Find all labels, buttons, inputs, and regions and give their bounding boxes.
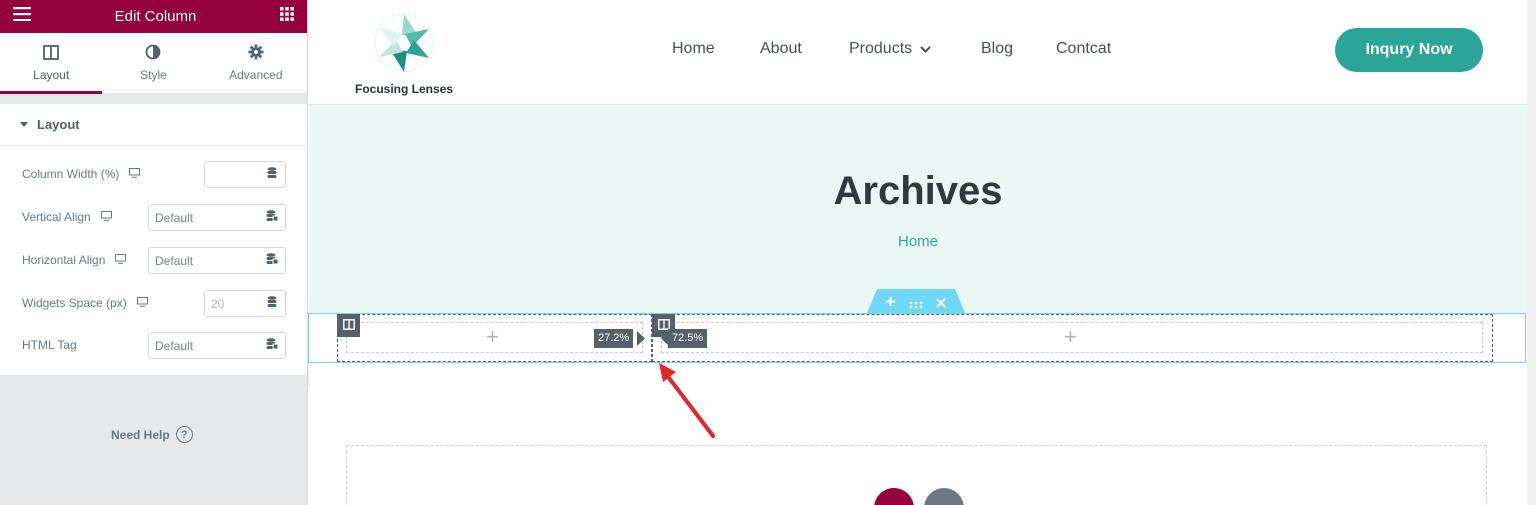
nav-contact[interactable]: Contcat bbox=[1056, 40, 1111, 58]
columns-icon bbox=[43, 44, 60, 63]
control-column-width: Column Width (%) bbox=[0, 161, 307, 189]
html-tag-label: HTML Tag bbox=[22, 338, 77, 352]
dynamic-tags-button[interactable] bbox=[258, 290, 286, 317]
caret-down-icon bbox=[20, 122, 28, 127]
desktop-icon[interactable] bbox=[115, 253, 127, 267]
nav-blog[interactable]: Blog bbox=[981, 40, 1056, 58]
widgets-space-input[interactable]: 20 bbox=[204, 290, 259, 317]
control-label: Vertical Align bbox=[22, 210, 112, 224]
nav-products[interactable]: Products bbox=[849, 40, 981, 58]
database-icon bbox=[267, 166, 277, 184]
column-width-input[interactable] bbox=[204, 161, 259, 188]
column-width-label: Column Width (%) bbox=[22, 167, 120, 181]
desktop-icon[interactable] bbox=[100, 210, 112, 224]
nav-about[interactable]: About bbox=[760, 40, 849, 58]
database-icon bbox=[267, 295, 277, 313]
chevron-down-icon bbox=[920, 40, 931, 58]
main-nav: Home About Products Blog Contcat bbox=[672, 40, 1111, 58]
resize-arrow-right-icon bbox=[637, 331, 645, 346]
panel-tabs: Layout Style Advanced bbox=[0, 33, 307, 94]
control-vertical-align: Vertical Align Default bbox=[0, 204, 307, 232]
html-tag-select[interactable]: Default bbox=[148, 332, 259, 359]
widgets-grid-icon[interactable] bbox=[279, 7, 294, 26]
editor-panel: Edit Column Layout Style Advanced Layout… bbox=[0, 0, 308, 505]
help-icon: ? bbox=[175, 426, 193, 443]
delete-section-icon[interactable] bbox=[936, 295, 946, 313]
vertical-align-label: Vertical Align bbox=[22, 210, 91, 224]
dynamic-tags-button[interactable] bbox=[258, 332, 286, 359]
hamburger-menu-icon[interactable] bbox=[13, 7, 31, 26]
control-widgets-space: Widgets Space (px) 20 bbox=[0, 290, 307, 318]
panel-title: Edit Column bbox=[114, 8, 197, 25]
control-label: HTML Tag bbox=[22, 338, 77, 352]
annotation-arrow-icon bbox=[659, 363, 715, 438]
site-logo[interactable]: Focusing Lenses bbox=[349, 12, 459, 96]
dynamic-tags-icon bbox=[266, 337, 278, 355]
site-preview: Focusing Lenses Home About Products Blog… bbox=[308, 0, 1527, 505]
gear-icon bbox=[248, 44, 264, 63]
control-horizontal-align: Horizontal Align Default bbox=[0, 247, 307, 275]
dynamic-tags-icon bbox=[266, 209, 278, 227]
dynamic-tags-button[interactable] bbox=[258, 161, 286, 188]
control-html-tag: HTML Tag Default bbox=[0, 332, 307, 360]
desktop-icon[interactable] bbox=[129, 167, 141, 181]
add-widget-icon[interactable]: + bbox=[486, 326, 499, 348]
breadcrumb[interactable]: Home bbox=[309, 233, 1527, 250]
panel-header: Edit Column bbox=[0, 0, 307, 33]
nav-home[interactable]: Home bbox=[672, 40, 760, 58]
control-label: Widgets Space (px) bbox=[22, 296, 148, 310]
layout-section-toggle[interactable]: Layout bbox=[0, 104, 307, 146]
widgets-space-label: Widgets Space (px) bbox=[22, 296, 127, 310]
column-1-handle[interactable] bbox=[337, 314, 360, 337]
tab-advanced-label: Advanced bbox=[229, 68, 283, 82]
vertical-align-select[interactable]: Default bbox=[148, 204, 259, 231]
column-1-width-badge: 27.2% bbox=[594, 329, 634, 348]
add-section-drop-zone[interactable] bbox=[346, 445, 1487, 505]
dynamic-tags-button[interactable] bbox=[258, 204, 286, 231]
section-title: Layout bbox=[37, 117, 80, 132]
nav-products-label: Products bbox=[849, 40, 913, 57]
horizontal-align-select[interactable]: Default bbox=[148, 247, 259, 274]
tab-style[interactable]: Style bbox=[102, 33, 204, 93]
column-icon bbox=[342, 317, 355, 335]
tab-layout-label: Layout bbox=[33, 67, 70, 82]
drag-handle-icon[interactable] bbox=[909, 296, 923, 314]
control-label: Horizontal Align bbox=[22, 253, 127, 267]
add-section-icon[interactable] bbox=[885, 294, 896, 312]
desktop-icon[interactable] bbox=[136, 296, 148, 310]
page-title: Archives bbox=[833, 169, 1003, 213]
aperture-logo-icon bbox=[373, 13, 435, 78]
logo-name: Focusing Lenses bbox=[354, 82, 454, 96]
hero-banner: Archives Home bbox=[309, 104, 1527, 314]
section-handle bbox=[867, 289, 965, 313]
column-1-width: 27.2% bbox=[598, 332, 630, 344]
dynamic-tags-button[interactable] bbox=[258, 247, 286, 274]
tab-style-label: Style bbox=[140, 68, 167, 82]
add-widget-icon[interactable]: + bbox=[1064, 326, 1077, 348]
half-circle-icon bbox=[145, 44, 161, 63]
need-help-link[interactable]: Need Help ? bbox=[111, 426, 193, 443]
column-2-width: 72.5% bbox=[672, 332, 704, 344]
dynamic-tags-icon bbox=[266, 252, 278, 270]
inquiry-button[interactable]: Inqury Now bbox=[1335, 28, 1483, 72]
control-label: Column Width (%) bbox=[22, 167, 141, 181]
tab-advanced[interactable]: Advanced bbox=[205, 33, 307, 93]
scrollbar-track[interactable] bbox=[1527, 0, 1536, 505]
need-help-label: Need Help bbox=[111, 427, 170, 442]
column-2-width-badge: 72.5% bbox=[668, 329, 708, 348]
tab-layout[interactable]: Layout bbox=[0, 33, 103, 94]
horizontal-align-label: Horizontal Align bbox=[22, 253, 106, 267]
